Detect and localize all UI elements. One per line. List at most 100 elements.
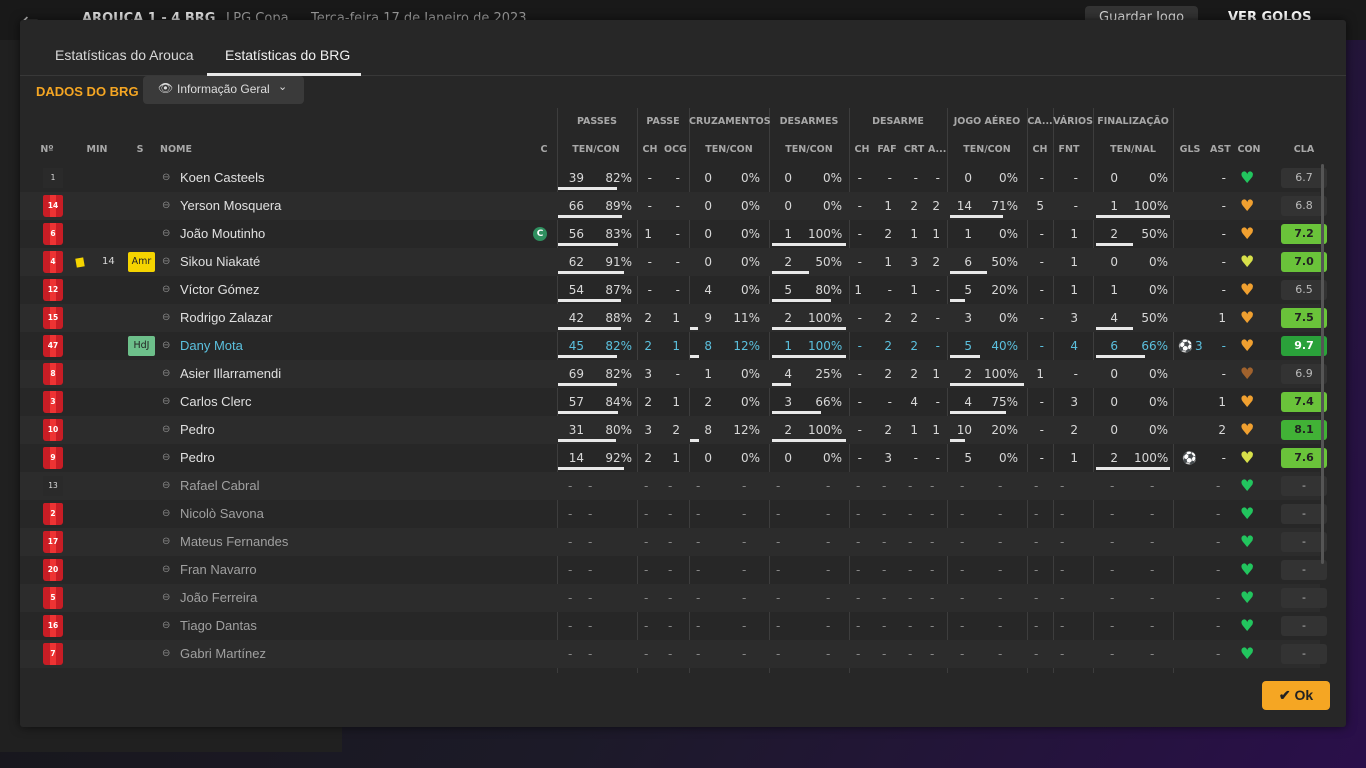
column-header[interactable]: TEN/CON <box>560 144 632 155</box>
tab-brg-stats[interactable]: Estatísticas do BRG <box>225 47 350 63</box>
column-header[interactable]: TEN/CON <box>692 144 766 155</box>
table-row[interactable]: 15 ⊖ Rodrigo Zalazar 42 88% 2 1 9 11% 2 100% -2 2-3 0… <box>20 304 1327 332</box>
player-name[interactable]: Fran Navarro <box>180 556 257 584</box>
table-row[interactable]: 3 ⊖ Carlos Clerc 57 84% 2 1 2 0% 3 66% - -4-4 75% -3 0 0… <box>20 388 1327 416</box>
player-name[interactable]: Dany Mota <box>180 332 243 360</box>
column-header[interactable]: TEN/NAL <box>1096 144 1170 155</box>
table-row[interactable]: 14 ⊖ Yerson Mosquera 66 89% - -0 0% 0 0% -1 2 2 14 71%… <box>20 192 1327 220</box>
aerial-accuracy-bar <box>950 411 1006 414</box>
player-name[interactable]: Rafael Cabral <box>180 472 260 500</box>
table-row[interactable]: 9 ⊖ Pedro 14 92% 2 1 0 0% 0 0% -3- -5 0% -1 2 100% ⚽ - ♥ 7.6 <box>20 444 1327 472</box>
ok-button[interactable]: ✔ Ok <box>1262 681 1330 710</box>
stat-value: - <box>857 395 862 409</box>
column-header[interactable]: CH <box>852 144 872 155</box>
column-header[interactable]: S <box>134 144 146 155</box>
column-header[interactable]: FAF <box>876 144 898 155</box>
aerial-accuracy-bar <box>950 439 965 442</box>
pass-accuracy-bar <box>558 383 618 386</box>
stat-value: 0% <box>1148 423 1168 437</box>
table-row[interactable]: 47 HdJ ⊖ Dany Mota 45 82% 2 1 8 12% 1 100% -2 2-5 40% -… <box>20 332 1327 360</box>
table-row[interactable]: 8 ⊖ Asier Illarramendi 69 82% 3-1 0% 4 25% -2 2 1 2 1… <box>20 360 1327 388</box>
yellow-card-icon <box>75 257 85 268</box>
empty-value: - <box>998 535 1003 549</box>
column-header[interactable]: FNT <box>1056 144 1082 155</box>
player-name[interactable]: Víctor Gómez <box>180 276 259 304</box>
table-row[interactable]: 12 ⊖ Víctor Gómez 54 87% - -4 0% 5 80% 1-1-5 20% -1 1… <box>20 276 1327 304</box>
player-name[interactable]: Pedro <box>180 444 215 472</box>
view-dropdown[interactable]: 👁 Informação Geral ⌄ <box>143 76 304 104</box>
empty-value: - <box>776 479 781 493</box>
player-name[interactable]: Yerson Mosquera <box>180 192 281 220</box>
stat-value: - <box>857 199 862 213</box>
player-name[interactable]: Tiago Dantas <box>180 612 257 640</box>
stat-value: 1 <box>672 451 680 465</box>
column-header[interactable]: AST <box>1210 144 1231 155</box>
person-icon: ⊖ <box>162 200 171 211</box>
stat-value: 0% <box>998 227 1018 241</box>
player-name[interactable]: Gabri Martínez <box>180 640 266 668</box>
column-header[interactable]: CH <box>640 144 660 155</box>
player-name[interactable]: Pedro <box>180 416 215 444</box>
empty-value: - <box>1110 619 1115 633</box>
ok-button-label: Ok <box>1294 687 1314 703</box>
table-row[interactable]: 1 ⊖ Koen Casteels 39 82% - -0 0% 0 0% - - - -0 0% - -0 0%… <box>20 164 1327 192</box>
group-header: JOGO AÉREO <box>953 116 1021 127</box>
morale-heart-icon: ♥ <box>1240 280 1255 299</box>
column-header[interactable]: CRT <box>902 144 926 155</box>
empty-value: - <box>882 507 887 521</box>
player-name[interactable]: Asier Illarramendi <box>180 360 281 388</box>
table-row[interactable]: 10 ⊖ Pedro 31 80% 3 2 8 12% 2 100% -2 1 1 10 20% -2 0 0% 2 ♥… <box>20 416 1327 444</box>
table-row[interactable]: 7 ⊖ Gabri Martínez - - - - - - - - - - - - - - - - - - - ♥ - <box>20 640 1327 668</box>
table-row[interactable]: 5 ⊖ João Ferreira - - - - - - - - - - - - - - - - - - - ♥ - <box>20 584 1327 612</box>
column-header[interactable]: CH <box>1030 144 1050 155</box>
table-row[interactable]: 4 14 Amr ⊖ Sikou Niakaté 62 91% - -0 0% 2 50% -1 3 2 6 5… <box>20 248 1327 276</box>
stat-value: 1 <box>964 227 972 241</box>
column-header[interactable]: GLS <box>1178 144 1202 155</box>
stat-value: - <box>1039 283 1044 297</box>
empty-value: - <box>930 647 935 661</box>
player-name[interactable]: João Moutinho <box>180 220 265 248</box>
captain-icon: C <box>533 227 547 241</box>
column-header[interactable]: NOME <box>160 144 200 155</box>
column-header[interactable]: MIN <box>86 144 108 155</box>
column-header[interactable]: CLA <box>1282 144 1326 155</box>
column-header[interactable]: TEN/CON <box>950 144 1024 155</box>
column-header[interactable]: A... <box>928 144 946 155</box>
table-row[interactable]: 17 ⊖ Mateus Fernandes - - - - - - - - - - - - - - - - - - - ♥ - <box>20 528 1327 556</box>
table-row[interactable]: 2 ⊖ Nicolò Savona - - - - - - - - - - - - - - - - - - - ♥ - <box>20 500 1327 528</box>
table-scrollbar[interactable] <box>1321 164 1324 564</box>
player-name[interactable]: Nicolò Savona <box>180 500 264 528</box>
stat-value: 2 <box>644 339 652 353</box>
table-row[interactable]: 13 ⊖ Rafael Cabral - - - - - - - - - - - - - - - - - - - ♥ - <box>20 472 1327 500</box>
view-dropdown-label: Informação Geral <box>177 82 270 96</box>
empty-value: - <box>826 479 831 493</box>
player-name[interactable]: Koen Casteels <box>180 164 265 192</box>
table-row[interactable]: 20 ⊖ Fran Navarro - - - - - - - - - - - - - - - - - - - ♥ - <box>20 556 1327 584</box>
stat-value: 1 <box>644 227 652 241</box>
person-icon: ⊖ <box>162 228 171 239</box>
morale-heart-icon: ♥ <box>1240 364 1255 383</box>
column-header[interactable]: Nº <box>34 144 60 155</box>
stat-value: 0% <box>1148 171 1168 185</box>
empty-value: - <box>668 647 673 661</box>
pass-accuracy-bar <box>558 271 624 274</box>
table-row[interactable]: 16 ⊖ Tiago Dantas - - - - - - - - - - - - - - - - - - - ♥ - <box>20 612 1327 640</box>
table-row[interactable]: 6 ⊖ João Moutinho C 56 83% 1-0 0% 1 100% -2 1 1 1 0% -1… <box>20 220 1327 248</box>
column-header[interactable]: C <box>538 144 550 155</box>
person-icon: ⊖ <box>162 648 171 659</box>
column-header[interactable]: CON <box>1234 144 1264 155</box>
player-name[interactable]: Mateus Fernandes <box>180 528 288 556</box>
column-header[interactable]: OCG <box>664 144 687 155</box>
player-name[interactable]: João Ferreira <box>180 584 257 612</box>
empty-value: - <box>776 647 781 661</box>
player-name[interactable]: Carlos Clerc <box>180 388 252 416</box>
column-header[interactable]: TEN/CON <box>772 144 846 155</box>
empty-value: - <box>930 619 935 633</box>
stat-value: 1 <box>1036 367 1044 381</box>
empty-value: - <box>1110 507 1115 521</box>
stats-dialog: Estatísticas do Arouca Estatísticas do B… <box>20 20 1346 727</box>
tab-arouca-stats[interactable]: Estatísticas do Arouca <box>55 47 194 63</box>
player-name[interactable]: Rodrigo Zalazar <box>180 304 273 332</box>
player-name[interactable]: Sikou Niakaté <box>180 248 260 276</box>
empty-value: - <box>644 535 649 549</box>
